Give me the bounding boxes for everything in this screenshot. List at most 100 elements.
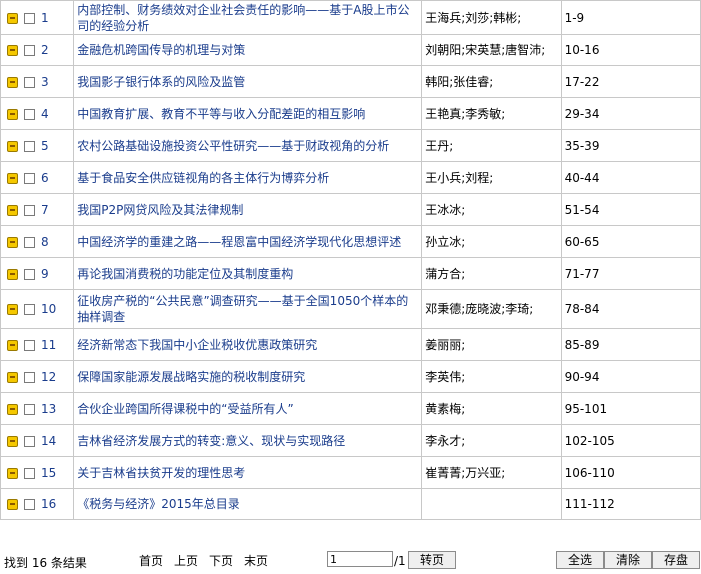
article-title-link[interactable]: 中国经济学的重建之路——程恩富中国经济学现代化思想评述 [73,225,423,258]
book-icon[interactable] [7,204,18,216]
article-title-link[interactable]: 再论我国消费税的功能定位及其制度重构 [73,257,423,290]
book-icon[interactable] [7,304,18,315]
row-checkbox[interactable] [24,12,35,24]
book-icon[interactable] [7,467,18,479]
article-authors: 韩阳;张佳睿; [421,65,562,98]
row-controls: 14 [0,424,75,457]
article-authors: 王小兵;刘程; [421,161,562,194]
row-checkbox[interactable] [24,403,35,415]
first-page-link[interactable]: 首页 [139,552,163,569]
article-authors: 邓秉德;庞晓波;李琦; [421,289,562,329]
article-pages: 71-77 [560,257,701,290]
row-checkbox[interactable] [24,140,35,152]
results-table: 1 内部控制、财务绩效对企业社会责任的影响——基于A股上市公司的经验分析 王海兵;刘… [0,0,701,520]
row-number: 6 [41,170,49,185]
row-controls: 16 [0,488,75,520]
article-title-link[interactable]: 金融危机跨国传导的机理与对策 [73,34,423,66]
row-number: 9 [41,266,49,281]
row-checkbox[interactable] [24,304,35,315]
results-body: 1 内部控制、财务绩效对企业社会责任的影响——基于A股上市公司的经验分析 王海兵;刘… [0,0,701,520]
book-icon[interactable] [7,76,18,88]
article-pages: 95-101 [560,392,701,425]
article-title-link[interactable]: 《税务与经济》2015年总目录 [73,488,423,520]
row-checkbox[interactable] [24,45,35,56]
row-controls: 9 [0,257,75,290]
row-checkbox[interactable] [24,371,35,383]
row-controls: 6 [0,161,75,194]
row-controls: 2 [0,34,75,66]
row-number: 13 [41,401,57,416]
article-title-link[interactable]: 我国P2P网贷风险及其法律规制 [73,193,423,226]
book-icon[interactable] [7,499,18,510]
article-title-link[interactable]: 保障国家能源发展战略实施的税收制度研究 [73,360,423,393]
clear-button[interactable]: 清除 [604,551,652,569]
row-controls: 15 [0,456,75,489]
row-checkbox[interactable] [24,236,35,248]
row-number: 7 [41,202,49,217]
next-page-link[interactable]: 下页 [209,552,233,569]
row-number: 8 [41,234,49,249]
row-checkbox[interactable] [24,467,35,479]
article-pages: 17-22 [560,65,701,98]
last-page-link[interactable]: 末页 [244,552,268,569]
book-icon[interactable] [7,172,18,184]
table-row: 7 我国P2P网贷风险及其法律规制 王冰冰; 51-54 [0,193,701,226]
article-pages: 90-94 [560,360,701,393]
row-checkbox[interactable] [24,108,35,120]
book-icon[interactable] [7,236,18,248]
book-icon[interactable] [7,45,18,56]
row-checkbox[interactable] [24,339,35,351]
article-pages: 1-9 [560,0,701,35]
row-checkbox[interactable] [24,204,35,216]
table-row: 2 金融危机跨国传导的机理与对策 刘朝阳;宋英慧;唐智沛; 10-16 [0,34,701,66]
row-checkbox[interactable] [24,172,35,184]
article-title-link[interactable]: 经济新常态下我国中小企业税收优惠政策研究 [73,328,423,361]
article-authors: 姜丽丽; [421,328,562,361]
total-pages: /1 [394,554,406,568]
article-title-link[interactable]: 基于食品安全供应链视角的各主体行为博弈分析 [73,161,423,194]
book-icon[interactable] [7,403,18,415]
table-row: 12 保障国家能源发展战略实施的税收制度研究 李英伟; 90-94 [0,360,701,393]
table-row: 1 内部控制、财务绩效对企业社会责任的影响——基于A股上市公司的经验分析 王海兵;刘… [0,0,701,35]
article-title-link[interactable]: 农村公路基础设施投资公平性研究——基于财政视角的分析 [73,129,423,162]
book-icon[interactable] [7,268,18,280]
article-pages: 35-39 [560,129,701,162]
table-row: 6 基于食品安全供应链视角的各主体行为博弈分析 王小兵;刘程; 40-44 [0,161,701,194]
row-controls: 4 [0,97,75,130]
article-authors [421,488,562,520]
book-icon[interactable] [7,12,18,24]
article-title-link[interactable]: 征收房产税的“公共民意”调查研究——基于全国1050个样本的抽样调查 [73,289,423,329]
row-controls: 3 [0,65,75,98]
row-number: 12 [41,369,57,384]
row-controls: 11 [0,328,75,361]
page-number-input[interactable] [327,551,393,567]
book-icon[interactable] [7,140,18,152]
go-page-button[interactable]: 转页 [408,551,456,569]
book-icon[interactable] [7,108,18,120]
book-icon[interactable] [7,371,18,383]
prev-page-link[interactable]: 上页 [174,552,198,569]
article-title-link[interactable]: 吉林省经济发展方式的转变:意义、现状与实现路径 [73,424,423,457]
book-icon[interactable] [7,435,18,447]
row-checkbox[interactable] [24,268,35,280]
article-title-link[interactable]: 关于吉林省扶贫开发的理性思考 [73,456,423,489]
book-icon[interactable] [7,339,18,351]
row-number: 1 [41,10,49,25]
row-checkbox[interactable] [24,499,35,510]
article-authors: 王冰冰; [421,193,562,226]
save-button[interactable]: 存盘 [652,551,700,569]
article-title-link[interactable]: 内部控制、财务绩效对企业社会责任的影响——基于A股上市公司的经验分析 [73,0,423,35]
article-pages: 102-105 [560,424,701,457]
select-all-button[interactable]: 全选 [556,551,604,569]
row-checkbox[interactable] [24,435,35,447]
row-controls: 1 [0,0,75,35]
article-title-link[interactable]: 中国教育扩展、教育不平等与收入分配差距的相互影响 [73,97,423,130]
article-title-link[interactable]: 合伙企业跨国所得课税中的“受益所有人” [73,392,423,425]
article-authors: 蒲方合; [421,257,562,290]
table-row: 13 合伙企业跨国所得课税中的“受益所有人” 黄素梅; 95-101 [0,392,701,425]
row-checkbox[interactable] [24,76,35,88]
article-pages: 40-44 [560,161,701,194]
table-row: 4 中国教育扩展、教育不平等与收入分配差距的相互影响 王艳真;李秀敏; 29-34 [0,97,701,130]
row-controls: 8 [0,225,75,258]
article-title-link[interactable]: 我国影子银行体系的风险及监管 [73,65,423,98]
